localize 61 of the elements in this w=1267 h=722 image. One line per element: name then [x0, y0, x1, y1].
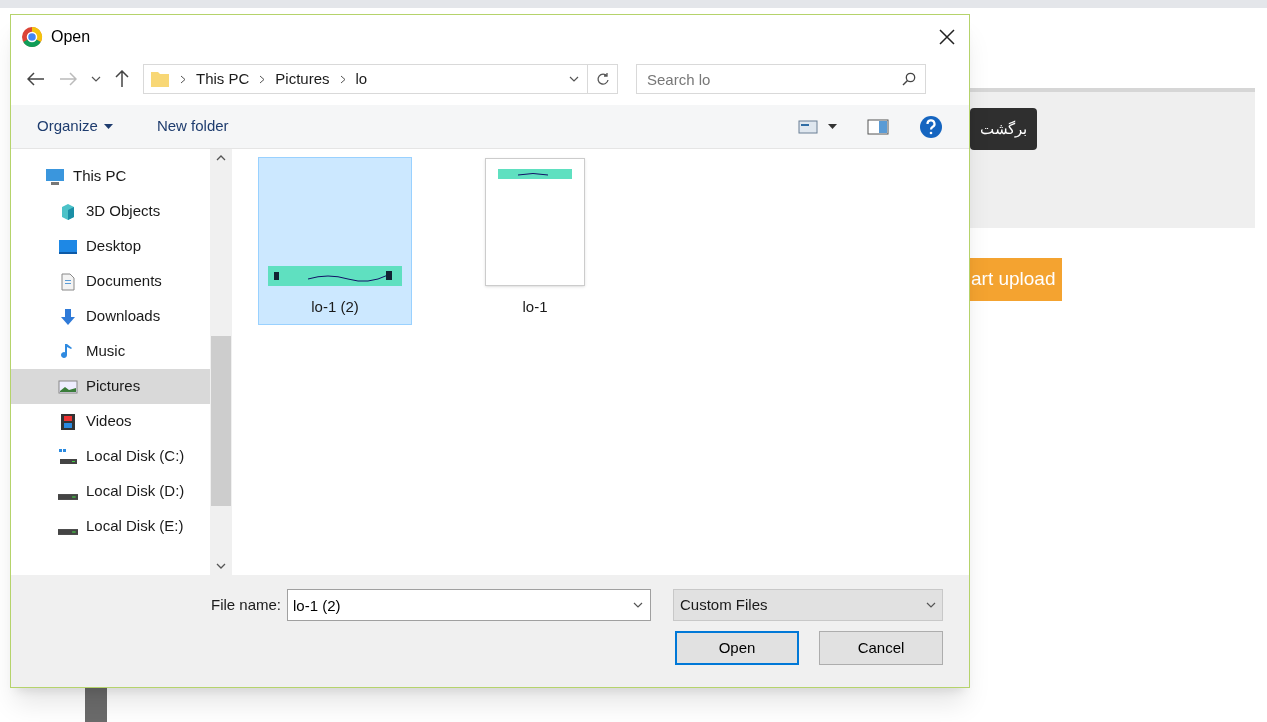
refresh-icon[interactable]	[595, 72, 610, 86]
dropdown-caret-icon	[569, 76, 579, 82]
cancel-button[interactable]: Cancel	[819, 631, 943, 665]
caret-icon	[103, 124, 113, 129]
sidebar-item[interactable]: Music	[11, 334, 210, 369]
breadcrumb[interactable]: lo	[355, 67, 368, 91]
up-arrow-icon[interactable]	[115, 70, 129, 88]
app-logo-icon	[21, 26, 43, 48]
sidebar-item[interactable]: Local Disk (D:)	[11, 474, 210, 509]
sidebar-item[interactable]: Local Disk (C:)	[11, 439, 210, 474]
sidebar-item[interactable]: Videos	[11, 404, 210, 439]
recent-caret-icon	[91, 76, 101, 82]
caret-icon	[926, 602, 936, 608]
search-icon	[902, 72, 916, 86]
close-icon[interactable]	[939, 29, 955, 45]
folder-icon	[150, 70, 170, 88]
chevron-right-icon	[339, 74, 346, 84]
view-caret-icon[interactable]	[828, 124, 837, 129]
file-name: lo-1	[522, 296, 548, 317]
file-type-dropdown[interactable]: Custom Files	[673, 589, 943, 621]
view-options-icon[interactable]	[798, 119, 818, 134]
document-icon	[58, 272, 78, 291]
scrollbar[interactable]	[210, 149, 232, 575]
file-name-field[interactable]: lo-1 (2)	[287, 589, 651, 621]
sidebar-item[interactable]: This PC	[11, 159, 210, 194]
page-side-bar	[85, 686, 107, 722]
chevron-right-icon	[259, 74, 266, 84]
film-icon	[58, 412, 78, 431]
breadcrumb[interactable]: Pictures	[275, 67, 330, 91]
window-title: Open	[51, 27, 91, 47]
file-item[interactable]: lo-1	[458, 157, 612, 325]
sidebar-item[interactable]: Desktop	[11, 229, 210, 264]
address-bar[interactable]: This PC Pictures lo	[143, 64, 618, 94]
search-field[interactable]: Search lo	[636, 64, 926, 94]
caret-icon	[633, 602, 643, 608]
computer-icon	[45, 167, 65, 186]
desktop-icon	[58, 237, 78, 256]
sidebar-item[interactable]: 3D Objects	[11, 194, 210, 229]
preview-pane-icon[interactable]	[867, 118, 889, 135]
help-icon[interactable]	[919, 114, 943, 139]
sidebar-item[interactable]: Downloads	[11, 299, 210, 334]
file-item[interactable]: lo-1 (2)	[258, 157, 412, 325]
organize-menu[interactable]: Organize	[37, 115, 113, 138]
scroll-down-icon[interactable]	[216, 563, 226, 569]
new-folder-button[interactable]: New folder	[156, 115, 229, 138]
drive-icon	[58, 447, 78, 466]
pictures-icon	[58, 377, 78, 396]
sidebar-item[interactable]: Documents	[11, 264, 210, 299]
back-button[interactable]: برگشت	[970, 108, 1037, 150]
file-name: lo-1 (2)	[311, 296, 359, 317]
chevron-right-icon	[180, 74, 186, 84]
file-name-label: File name:	[210, 594, 281, 615]
sidebar-item[interactable]: Local Disk (E:)	[11, 509, 210, 544]
drive-icon	[58, 493, 78, 500]
download-arrow-icon	[58, 307, 78, 326]
breadcrumb[interactable]: This PC	[196, 67, 250, 91]
sidebar-item[interactable]: Pictures	[11, 369, 210, 404]
open-button[interactable]: Open	[675, 631, 799, 665]
scroll-up-icon[interactable]	[216, 155, 226, 161]
drive-icon	[58, 528, 78, 535]
back-arrow-icon[interactable]	[27, 72, 45, 86]
